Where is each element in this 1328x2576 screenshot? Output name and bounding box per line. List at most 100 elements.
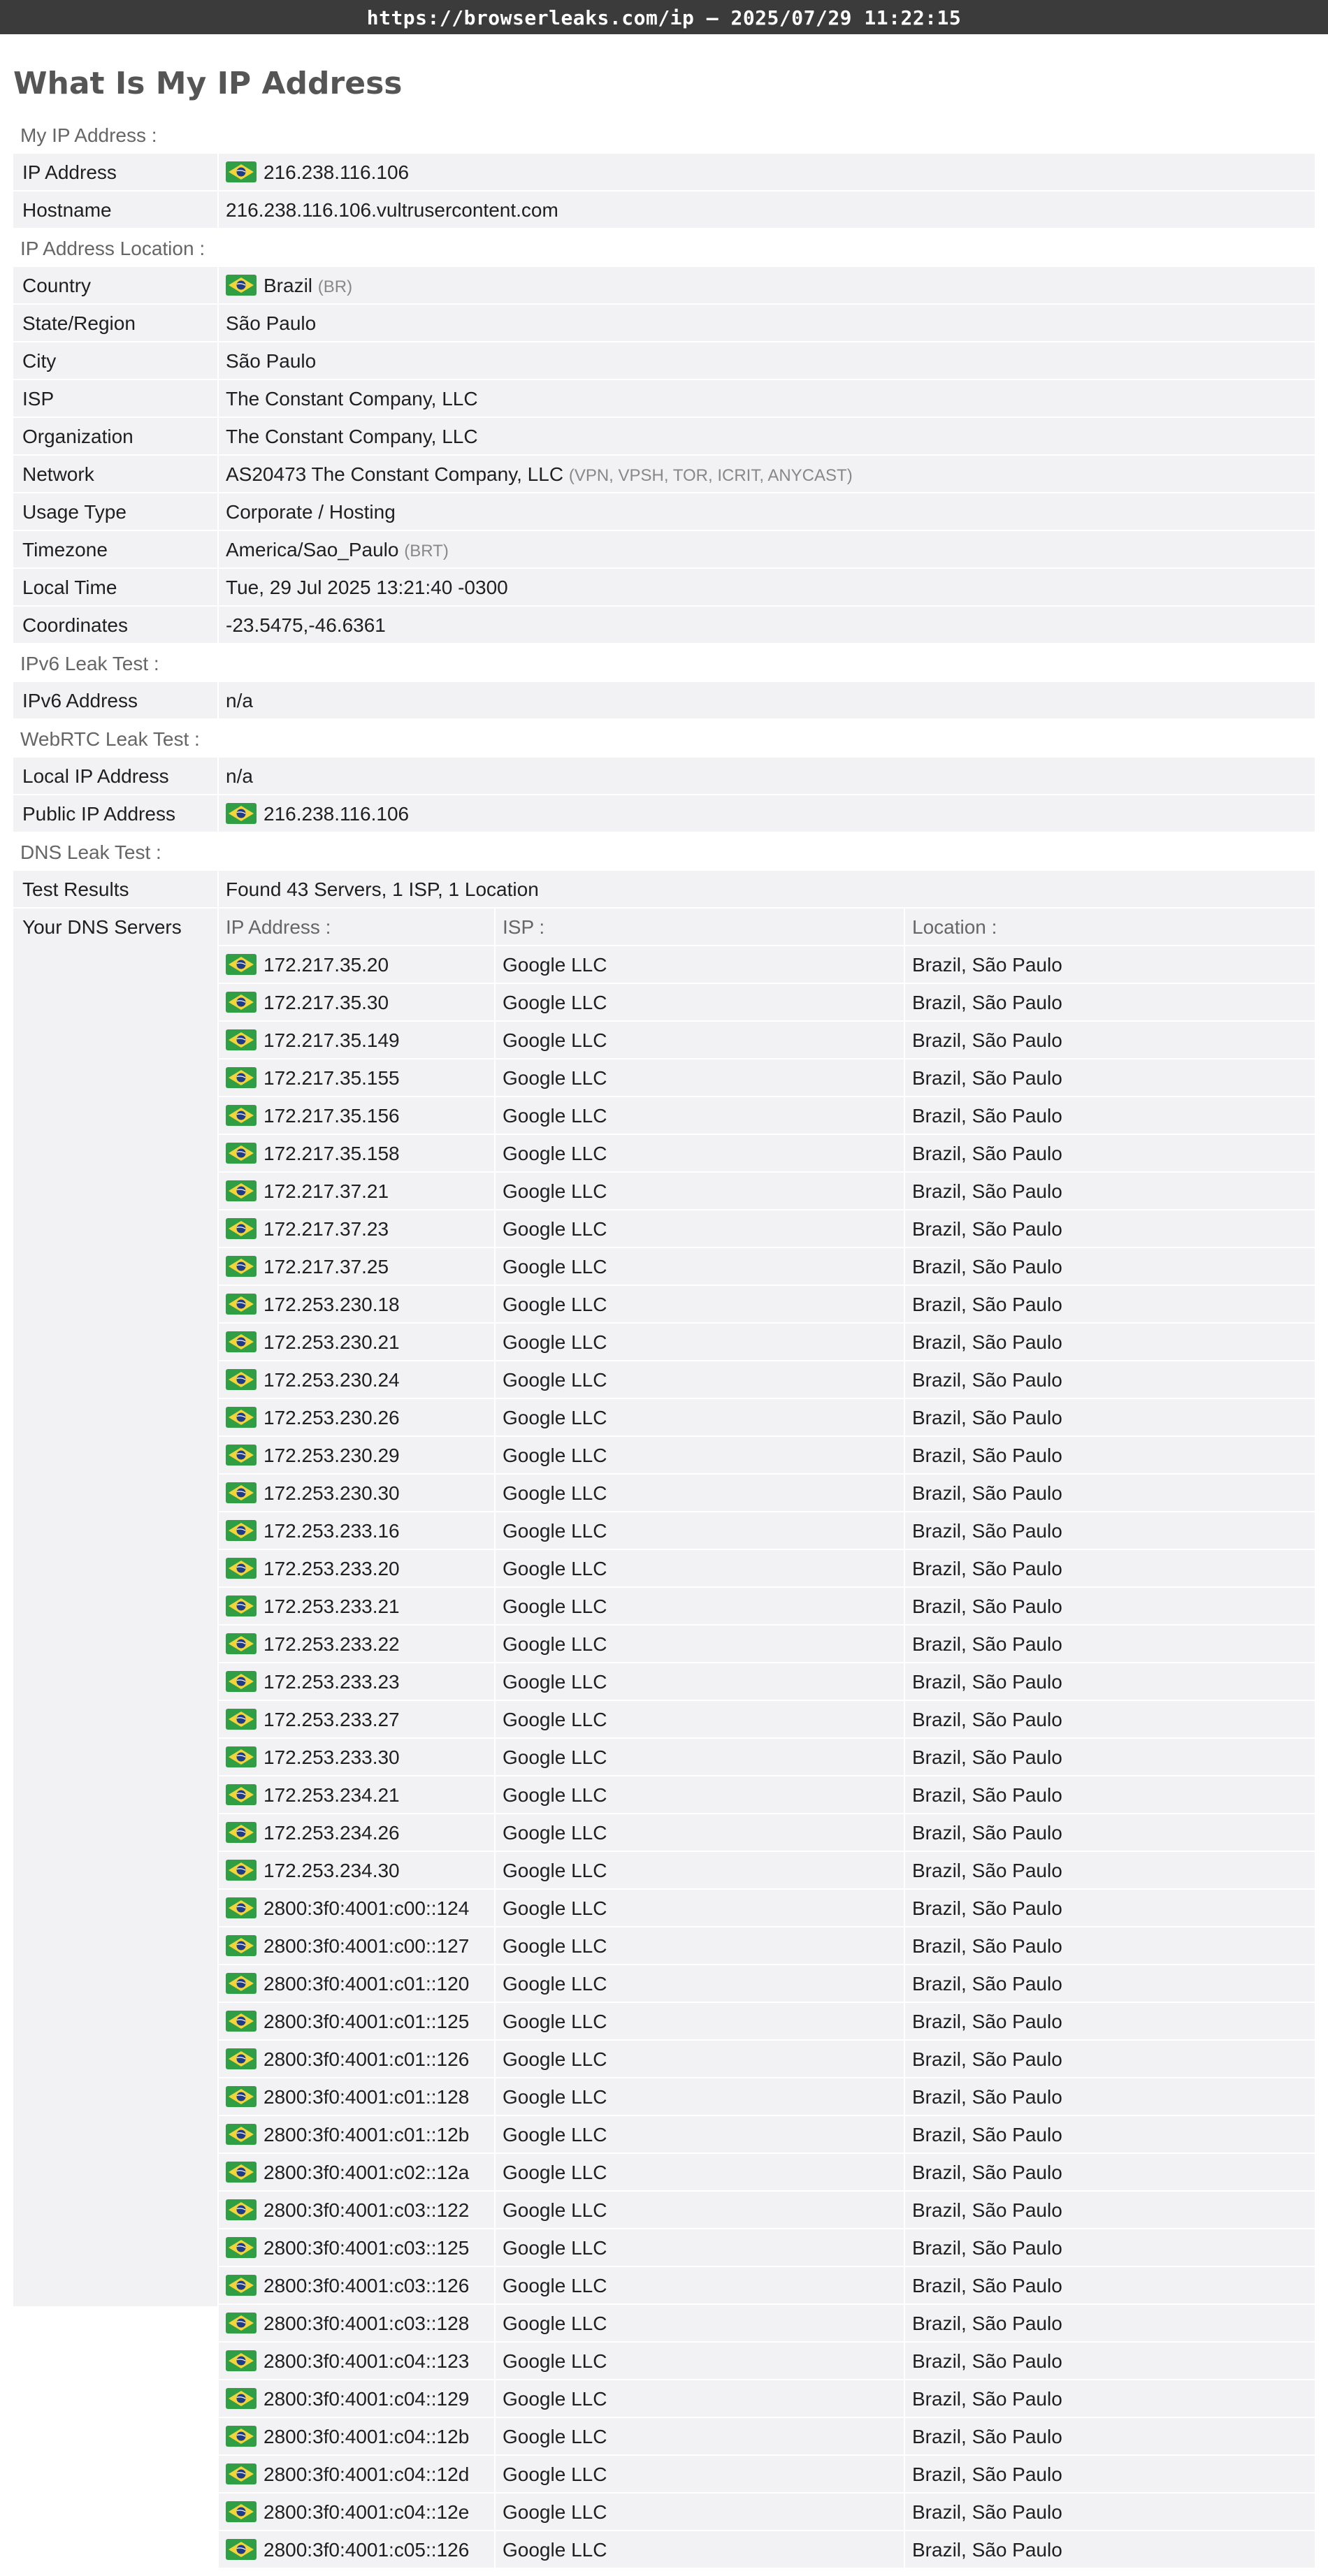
- dns-server-row: 172.217.37.21 Google LLC Brazil, São Paulo: [219, 1173, 1315, 1209]
- info-row: Local Time Tue, 29 Jul 2025 13:21:40 -030…: [13, 569, 1315, 605]
- dns-server-row: 172.217.35.20 Google LLC Brazil, São Paulo: [219, 946, 1315, 983]
- brazil-flag-icon: [226, 2048, 257, 2069]
- dns-isp: Google LLC: [496, 1022, 904, 1058]
- row-note: (VPN, VPSH, TOR, ICRIT, ANYCAST): [568, 466, 853, 485]
- dns-isp: Google LLC: [496, 1927, 904, 1964]
- dns-ip-cell: 172.253.233.30: [219, 1739, 494, 1775]
- brazil-flag-icon: [226, 1067, 257, 1088]
- dns-ip: 2800:3f0:4001:c04::12b: [264, 2426, 470, 2447]
- info-row: City São Paulo: [13, 342, 1315, 379]
- brazil-flag-icon: [226, 2501, 257, 2522]
- dns-ip-cell: 172.217.35.149: [219, 1022, 494, 1058]
- dns-location: Brazil, São Paulo: [905, 1135, 1315, 1171]
- dns-ip-cell: 172.253.234.30: [219, 1852, 494, 1888]
- dns-server-row: 2800:3f0:4001:c01::120 Google LLC Brazil, …: [219, 1965, 1315, 2002]
- brazil-flag-icon: [226, 1180, 257, 1201]
- brazil-flag-icon: [226, 2426, 257, 2447]
- dns-isp: Google LLC: [496, 1890, 904, 1926]
- brazil-flag-icon: [226, 1709, 257, 1730]
- dns-isp: Google LLC: [496, 1814, 904, 1851]
- dns-ip-cell: 172.253.234.26: [219, 1814, 494, 1851]
- brazil-flag-icon: [226, 1558, 257, 1579]
- row-label: Country: [13, 267, 217, 303]
- dns-isp: Google LLC: [496, 2003, 904, 2039]
- dns-isp: Google LLC: [496, 2456, 904, 2492]
- dns-server-row: 172.253.234.21 Google LLC Brazil, São Paul…: [219, 1777, 1315, 1813]
- dns-ip-cell: 2800:3f0:4001:c00::127: [219, 1927, 494, 1964]
- brazil-flag-icon: [226, 161, 257, 182]
- section-title: IP Address Location :: [20, 238, 205, 259]
- brazil-flag-icon: [226, 1973, 257, 1994]
- row-label: ISP: [13, 380, 217, 417]
- dns-ip-cell: 172.253.233.23: [219, 1663, 494, 1700]
- row-label: Public IP Address: [13, 795, 217, 832]
- dns-location: Brazil, São Paulo: [905, 984, 1315, 1020]
- dns-ip: 172.217.37.25: [264, 1256, 389, 1278]
- dns-server-row: 172.253.233.16 Google LLC Brazil, São Paul…: [219, 1512, 1315, 1549]
- row-value: 216.238.116.106: [264, 161, 410, 183]
- info-row: IP Address 216.238.116.106: [13, 154, 1315, 190]
- dns-ip-cell: 2800:3f0:4001:c03::125: [219, 2229, 494, 2266]
- dns-server-row: 2800:3f0:4001:c00::127 Google LLC Brazil, …: [219, 1927, 1315, 1964]
- row-value-cell: 216.238.116.106.vultrusercontent.com: [219, 191, 1315, 228]
- dns-server-row: 172.253.230.21 Google LLC Brazil, São Paul…: [219, 1324, 1315, 1360]
- dns-ip: 172.253.233.20: [264, 1558, 400, 1579]
- dns-server-row: 172.253.230.29 Google LLC Brazil, São Paul…: [219, 1437, 1315, 1473]
- dns-server-row: 172.217.37.23 Google LLC Brazil, São Paulo: [219, 1210, 1315, 1247]
- dns-isp: Google LLC: [496, 1059, 904, 1096]
- row-label: Local Time: [13, 569, 217, 605]
- row-value-cell: The Constant Company, LLC: [219, 380, 1315, 417]
- dns-location: Brazil, São Paulo: [905, 2456, 1315, 2492]
- dns-location: Brazil, São Paulo: [905, 2078, 1315, 2115]
- dns-server-row: 172.217.35.30 Google LLC Brazil, São Paulo: [219, 984, 1315, 1020]
- dns-location: Brazil, São Paulo: [905, 2041, 1315, 2077]
- dns-isp: Google LLC: [496, 1852, 904, 1888]
- dns-location: Brazil, São Paulo: [905, 1663, 1315, 1700]
- row-value-cell: AS20473 The Constant Company, LLC (VPN, …: [219, 456, 1315, 492]
- dns-ip-cell: 172.253.230.24: [219, 1361, 494, 1398]
- dns-ip-cell: 2800:3f0:4001:c04::123: [219, 2343, 494, 2379]
- dns-server-row: 2800:3f0:4001:c01::126 Google LLC Brazil, …: [219, 2041, 1315, 2077]
- dns-location: Brazil, São Paulo: [905, 1739, 1315, 1775]
- dns-ip-cell: 172.217.35.20: [219, 946, 494, 983]
- dns-isp: Google LLC: [496, 2229, 904, 2266]
- dns-location: Brazil, São Paulo: [905, 1701, 1315, 1737]
- dns-location: Brazil, São Paulo: [905, 2116, 1315, 2152]
- dns-isp: Google LLC: [496, 1286, 904, 1322]
- dns-isp: Google LLC: [496, 2343, 904, 2379]
- dns-server-row: 172.217.37.25 Google LLC Brazil, São Paulo: [219, 1248, 1315, 1285]
- dns-location: Brazil, São Paulo: [905, 1814, 1315, 1851]
- dns-location: Brazil, São Paulo: [905, 1248, 1315, 1285]
- dns-isp: Google LLC: [496, 2041, 904, 2077]
- dns-servers-label: Your DNS Servers: [13, 909, 217, 2306]
- dns-location: Brazil, São Paulo: [905, 2003, 1315, 2039]
- dns-isp: Google LLC: [496, 2380, 904, 2417]
- dns-ip: 172.253.230.26: [264, 1407, 400, 1428]
- dns-server-row: 2800:3f0:4001:c03::125 Google LLC Brazil, …: [219, 2229, 1315, 2266]
- row-value-cell: Corporate / Hosting: [219, 493, 1315, 530]
- dns-isp: Google LLC: [496, 984, 904, 1020]
- row-label: State/Region: [13, 305, 217, 341]
- row-value-cell: São Paulo: [219, 342, 1315, 379]
- row-value: 216.238.116.106.vultrusercontent.com: [226, 199, 558, 221]
- dns-server-row: 2800:3f0:4001:c01::125 Google LLC Brazil, …: [219, 2003, 1315, 2039]
- dns-isp: Google LLC: [496, 1550, 904, 1586]
- dns-server-row: 2800:3f0:4001:c01::128 Google LLC Brazil, …: [219, 2078, 1315, 2115]
- info-row: Coordinates -23.5475,-46.6361: [13, 607, 1315, 643]
- dns-server-row: 172.253.230.26 Google LLC Brazil, São Paul…: [219, 1399, 1315, 1435]
- dns-server-row: 2800:3f0:4001:c04::123 Google LLC Brazil, …: [219, 2343, 1315, 2379]
- brazil-flag-icon: [226, 1633, 257, 1654]
- dns-isp: Google LLC: [496, 1626, 904, 1662]
- dns-ip: 172.253.230.30: [264, 1482, 400, 1504]
- dns-ip: 172.217.37.23: [264, 1218, 389, 1240]
- dns-ip-cell: 172.253.230.18: [219, 1286, 494, 1322]
- dns-ip-cell: 2800:3f0:4001:c03::128: [219, 2305, 494, 2341]
- dns-ip-cell: 172.217.35.155: [219, 1059, 494, 1096]
- dns-ip: 172.217.37.21: [264, 1180, 389, 1202]
- dns-isp: Google LLC: [496, 2305, 904, 2341]
- dns-isp: Google LLC: [496, 1399, 904, 1435]
- brazil-flag-icon: [226, 992, 257, 1013]
- dns-isp: Google LLC: [496, 1324, 904, 1360]
- info-row: Country Brazil (BR): [13, 267, 1315, 303]
- info-row: Hostname 216.238.116.106.vultrusercontent…: [13, 191, 1315, 228]
